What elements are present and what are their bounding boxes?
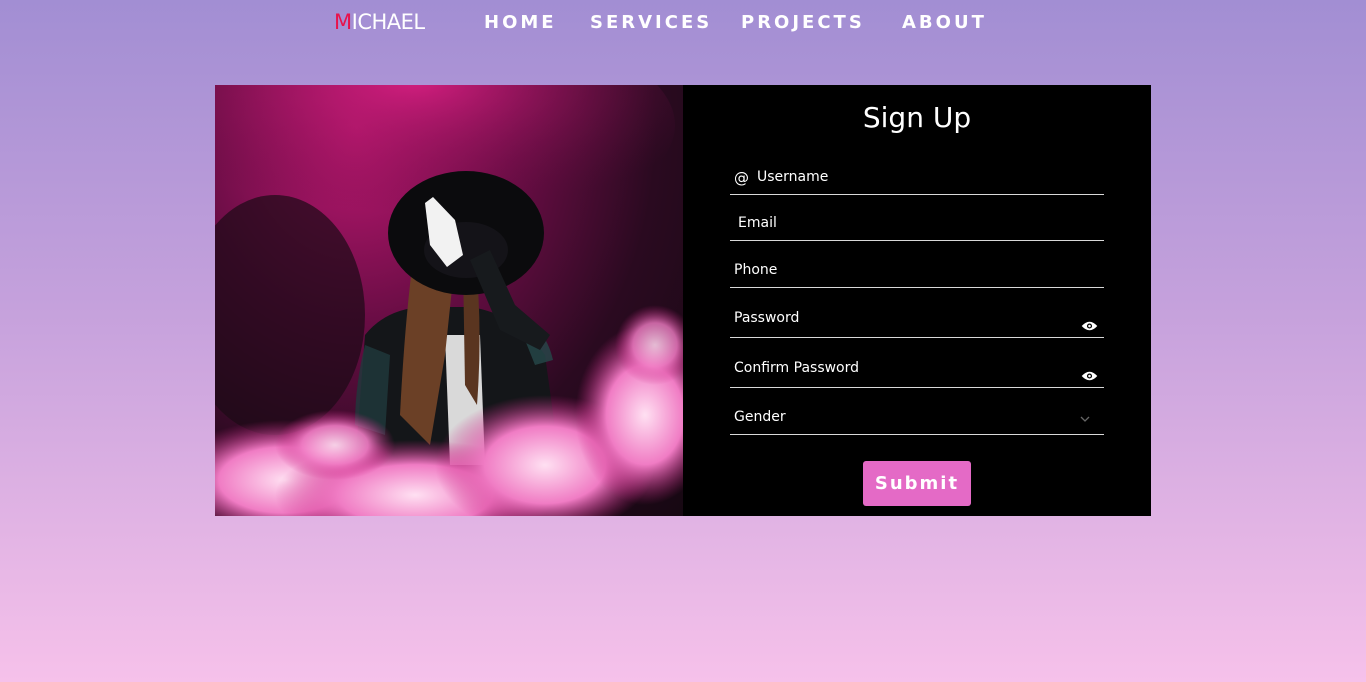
phone-field[interactable]: Phone	[730, 249, 1104, 288]
username-field[interactable]: @ Username	[730, 153, 1104, 195]
top-nav: MICHAEL HOME SERVICES PROJECTS ABOUT	[0, 0, 1366, 44]
form-title: Sign Up	[862, 101, 972, 134]
at-icon: @	[734, 169, 749, 187]
email-placeholder: Email	[738, 215, 777, 231]
nav-home[interactable]: HOME	[484, 12, 557, 33]
eye-icon[interactable]	[1081, 370, 1098, 382]
chevron-down-icon	[1080, 416, 1090, 422]
confirm-password-placeholder: Confirm Password	[734, 360, 860, 376]
password-field[interactable]: Password	[730, 297, 1104, 338]
logo-accent-letter: M	[334, 10, 352, 34]
email-field[interactable]: Email	[730, 203, 1104, 241]
logo-text: ICHAEL	[351, 10, 425, 34]
submit-button[interactable]: Submit	[863, 461, 971, 506]
confirm-password-field[interactable]: Confirm Password	[730, 347, 1104, 388]
eye-icon[interactable]	[1081, 320, 1098, 332]
signup-form: Sign Up @ Username Email Phone Password …	[683, 85, 1151, 516]
photo-illustration	[215, 85, 683, 516]
nav-services[interactable]: SERVICES	[590, 12, 712, 33]
nav-projects[interactable]: PROJECTS	[741, 12, 865, 33]
nav-about[interactable]: ABOUT	[902, 12, 987, 33]
logo[interactable]: MICHAEL	[334, 10, 425, 34]
username-placeholder: Username	[757, 169, 829, 185]
signup-card: Sign Up @ Username Email Phone Password …	[215, 85, 1151, 516]
gender-select[interactable]: Gender	[730, 397, 1104, 435]
gender-placeholder: Gender	[734, 409, 786, 425]
password-placeholder: Password	[734, 310, 800, 326]
hero-photo	[215, 85, 683, 516]
phone-placeholder: Phone	[734, 262, 778, 278]
